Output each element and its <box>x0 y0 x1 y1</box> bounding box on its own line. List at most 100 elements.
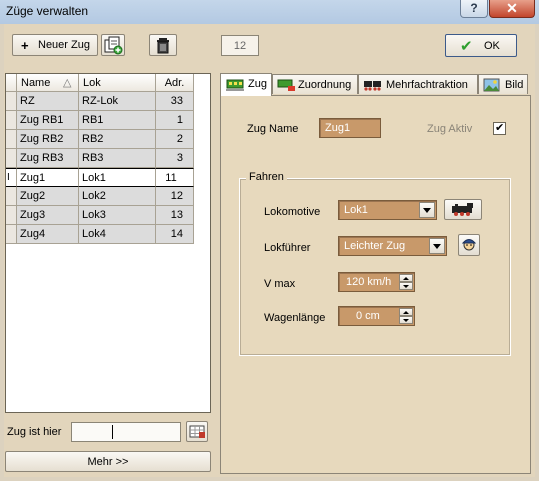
cell-name: RZ <box>17 92 79 111</box>
wagon-length-value: 0 cm <box>356 310 380 322</box>
vmax-decrement-button[interactable] <box>399 282 413 290</box>
row-indicator <box>6 130 17 149</box>
row-cursor-icon: I <box>6 168 17 187</box>
table-row[interactable]: Zug RB1 RB1 1 <box>6 111 210 130</box>
locomotive-dropdown-button[interactable] <box>419 202 435 218</box>
tab-zuordnung-label: Zuordnung <box>298 79 352 91</box>
location-label: Zug ist hier <box>7 426 62 438</box>
cell-name: Zug RB3 <box>17 149 79 168</box>
column-header-lok[interactable]: Lok <box>79 74 156 92</box>
row-indicator <box>6 225 17 244</box>
driver-person-icon <box>461 239 477 251</box>
cell-adr: 14 <box>156 225 194 244</box>
grid-indicator-header <box>6 74 17 92</box>
tab-mehrfachtraktion[interactable]: Mehrfachtraktion <box>358 74 478 94</box>
cell-adr: 3 <box>156 149 194 168</box>
cell-lok: RB1 <box>79 111 156 130</box>
tab-mehrfachtraktion-label: Mehrfachtraktion <box>386 79 468 91</box>
copy-document-icon <box>104 36 123 55</box>
train-active-checkbox[interactable]: ✔ <box>493 122 506 135</box>
close-icon: ✕ <box>506 0 518 16</box>
new-train-label: Neuer Zug <box>38 39 90 51</box>
chevron-up-icon <box>403 311 409 314</box>
cell-adr: 12 <box>156 187 194 206</box>
table-row[interactable]: Zug4 Lok4 14 <box>6 225 210 244</box>
locomotive-label: Lokomotive <box>264 206 321 218</box>
assignment-tab-icon <box>277 79 295 91</box>
train-name-field[interactable]: Zug1 <box>319 118 381 138</box>
tab-bild[interactable]: Bild <box>478 74 528 94</box>
cell-lok: Lok4 <box>79 225 156 244</box>
delete-train-button[interactable] <box>149 34 177 56</box>
vmax-increment-button[interactable] <box>399 274 413 282</box>
table-row[interactable]: RZ RZ-Lok 33 <box>6 92 210 111</box>
cell-adr: 1 <box>156 111 194 130</box>
grid-picker-icon <box>189 425 205 438</box>
vmax-spinner[interactable]: 120 km/h <box>338 272 415 292</box>
checkmark-icon: ✔ <box>495 122 505 134</box>
table-row[interactable]: I Zug1 Lok1 11 <box>6 168 210 187</box>
cell-lok: Lok2 <box>79 187 156 206</box>
location-field[interactable] <box>71 422 181 442</box>
cell-name: Zug1 <box>17 168 79 187</box>
location-picker-button[interactable] <box>186 421 208 442</box>
help-icon: ? <box>470 1 478 15</box>
driver-dropdown-button[interactable] <box>429 238 445 254</box>
locomotive-select[interactable]: Lok1 <box>338 200 437 220</box>
driver-select[interactable]: Leichter Zug <box>338 236 447 256</box>
cell-lok: RB2 <box>79 130 156 149</box>
details-panel: Zug Zuordnung Mehrfachtraktion Bild Zug … <box>220 73 531 474</box>
locomotive-icon <box>452 203 473 216</box>
train-name-label: Zug Name <box>247 123 299 135</box>
tab-bild-label: Bild <box>505 79 524 91</box>
driver-value: Leichter Zug <box>344 240 406 252</box>
row-indicator <box>6 206 17 225</box>
locomotive-settings-button[interactable] <box>444 199 482 220</box>
ok-button[interactable]: ✔ OK <box>445 34 517 57</box>
tab-zug-label: Zug <box>248 78 267 90</box>
driving-group: Fahren Lokomotive Lok1 Lokführer Leichte… <box>239 171 511 356</box>
new-train-button[interactable]: + Neuer Zug <box>12 34 98 56</box>
text-caret <box>112 425 113 439</box>
window-title: Züge verwalten <box>6 4 89 18</box>
column-header-name-label: Name <box>21 77 51 89</box>
cell-name: Zug3 <box>17 206 79 225</box>
copy-train-button[interactable] <box>101 34 125 56</box>
train-count-field: 12 <box>221 35 259 56</box>
column-header-name[interactable]: Name △ <box>17 74 79 92</box>
help-button[interactable]: ? <box>460 0 488 18</box>
tab-zug[interactable]: Zug <box>220 73 272 96</box>
sort-ascending-icon: △ <box>63 77 72 89</box>
train-active-label: Zug Aktiv <box>427 123 473 135</box>
cell-adr: 13 <box>156 206 194 225</box>
cell-lok: RZ-Lok <box>79 92 156 111</box>
wagon-length-decrement-button[interactable] <box>399 316 413 324</box>
cell-lok: RB3 <box>79 149 156 168</box>
cell-name: Zug4 <box>17 225 79 244</box>
table-row[interactable]: Zug RB2 RB2 2 <box>6 130 210 149</box>
cell-lok: Lok1 <box>79 168 156 187</box>
trash-icon <box>157 38 169 54</box>
train-table[interactable]: Name △ Lok Adr. RZ RZ-Lok 33 Zug RB1 RB1 1 Zug… <box>5 73 211 413</box>
locomotive-value: Lok1 <box>344 204 368 216</box>
table-row[interactable]: Zug3 Lok3 13 <box>6 206 210 225</box>
table-row[interactable]: Zug2 Lok2 12 <box>6 187 210 206</box>
wagon-length-increment-button[interactable] <box>399 308 413 316</box>
tab-zuordnung[interactable]: Zuordnung <box>272 74 358 94</box>
column-header-adr[interactable]: Adr. <box>156 74 194 92</box>
cell-name: Zug2 <box>17 187 79 206</box>
chevron-down-icon <box>403 319 409 322</box>
table-row[interactable]: Zug RB3 RB3 3 <box>6 149 210 168</box>
train-tab-icon <box>226 79 244 91</box>
client-area: + Neuer Zug 12 ✔ OK Name △ Lok Adr. RZ R… <box>4 24 535 477</box>
vmax-value: 120 km/h <box>346 276 392 288</box>
driver-settings-button[interactable] <box>458 234 480 256</box>
multi-traction-tab-icon <box>364 81 381 91</box>
cell-name: Zug RB1 <box>17 111 79 130</box>
wagon-length-spinner[interactable]: 0 cm <box>338 306 415 326</box>
close-button[interactable]: ✕ <box>489 0 535 18</box>
chevron-up-icon <box>403 277 409 280</box>
row-indicator <box>6 187 17 206</box>
more-button[interactable]: Mehr >> <box>5 451 211 472</box>
more-button-label: Mehr >> <box>87 456 129 468</box>
